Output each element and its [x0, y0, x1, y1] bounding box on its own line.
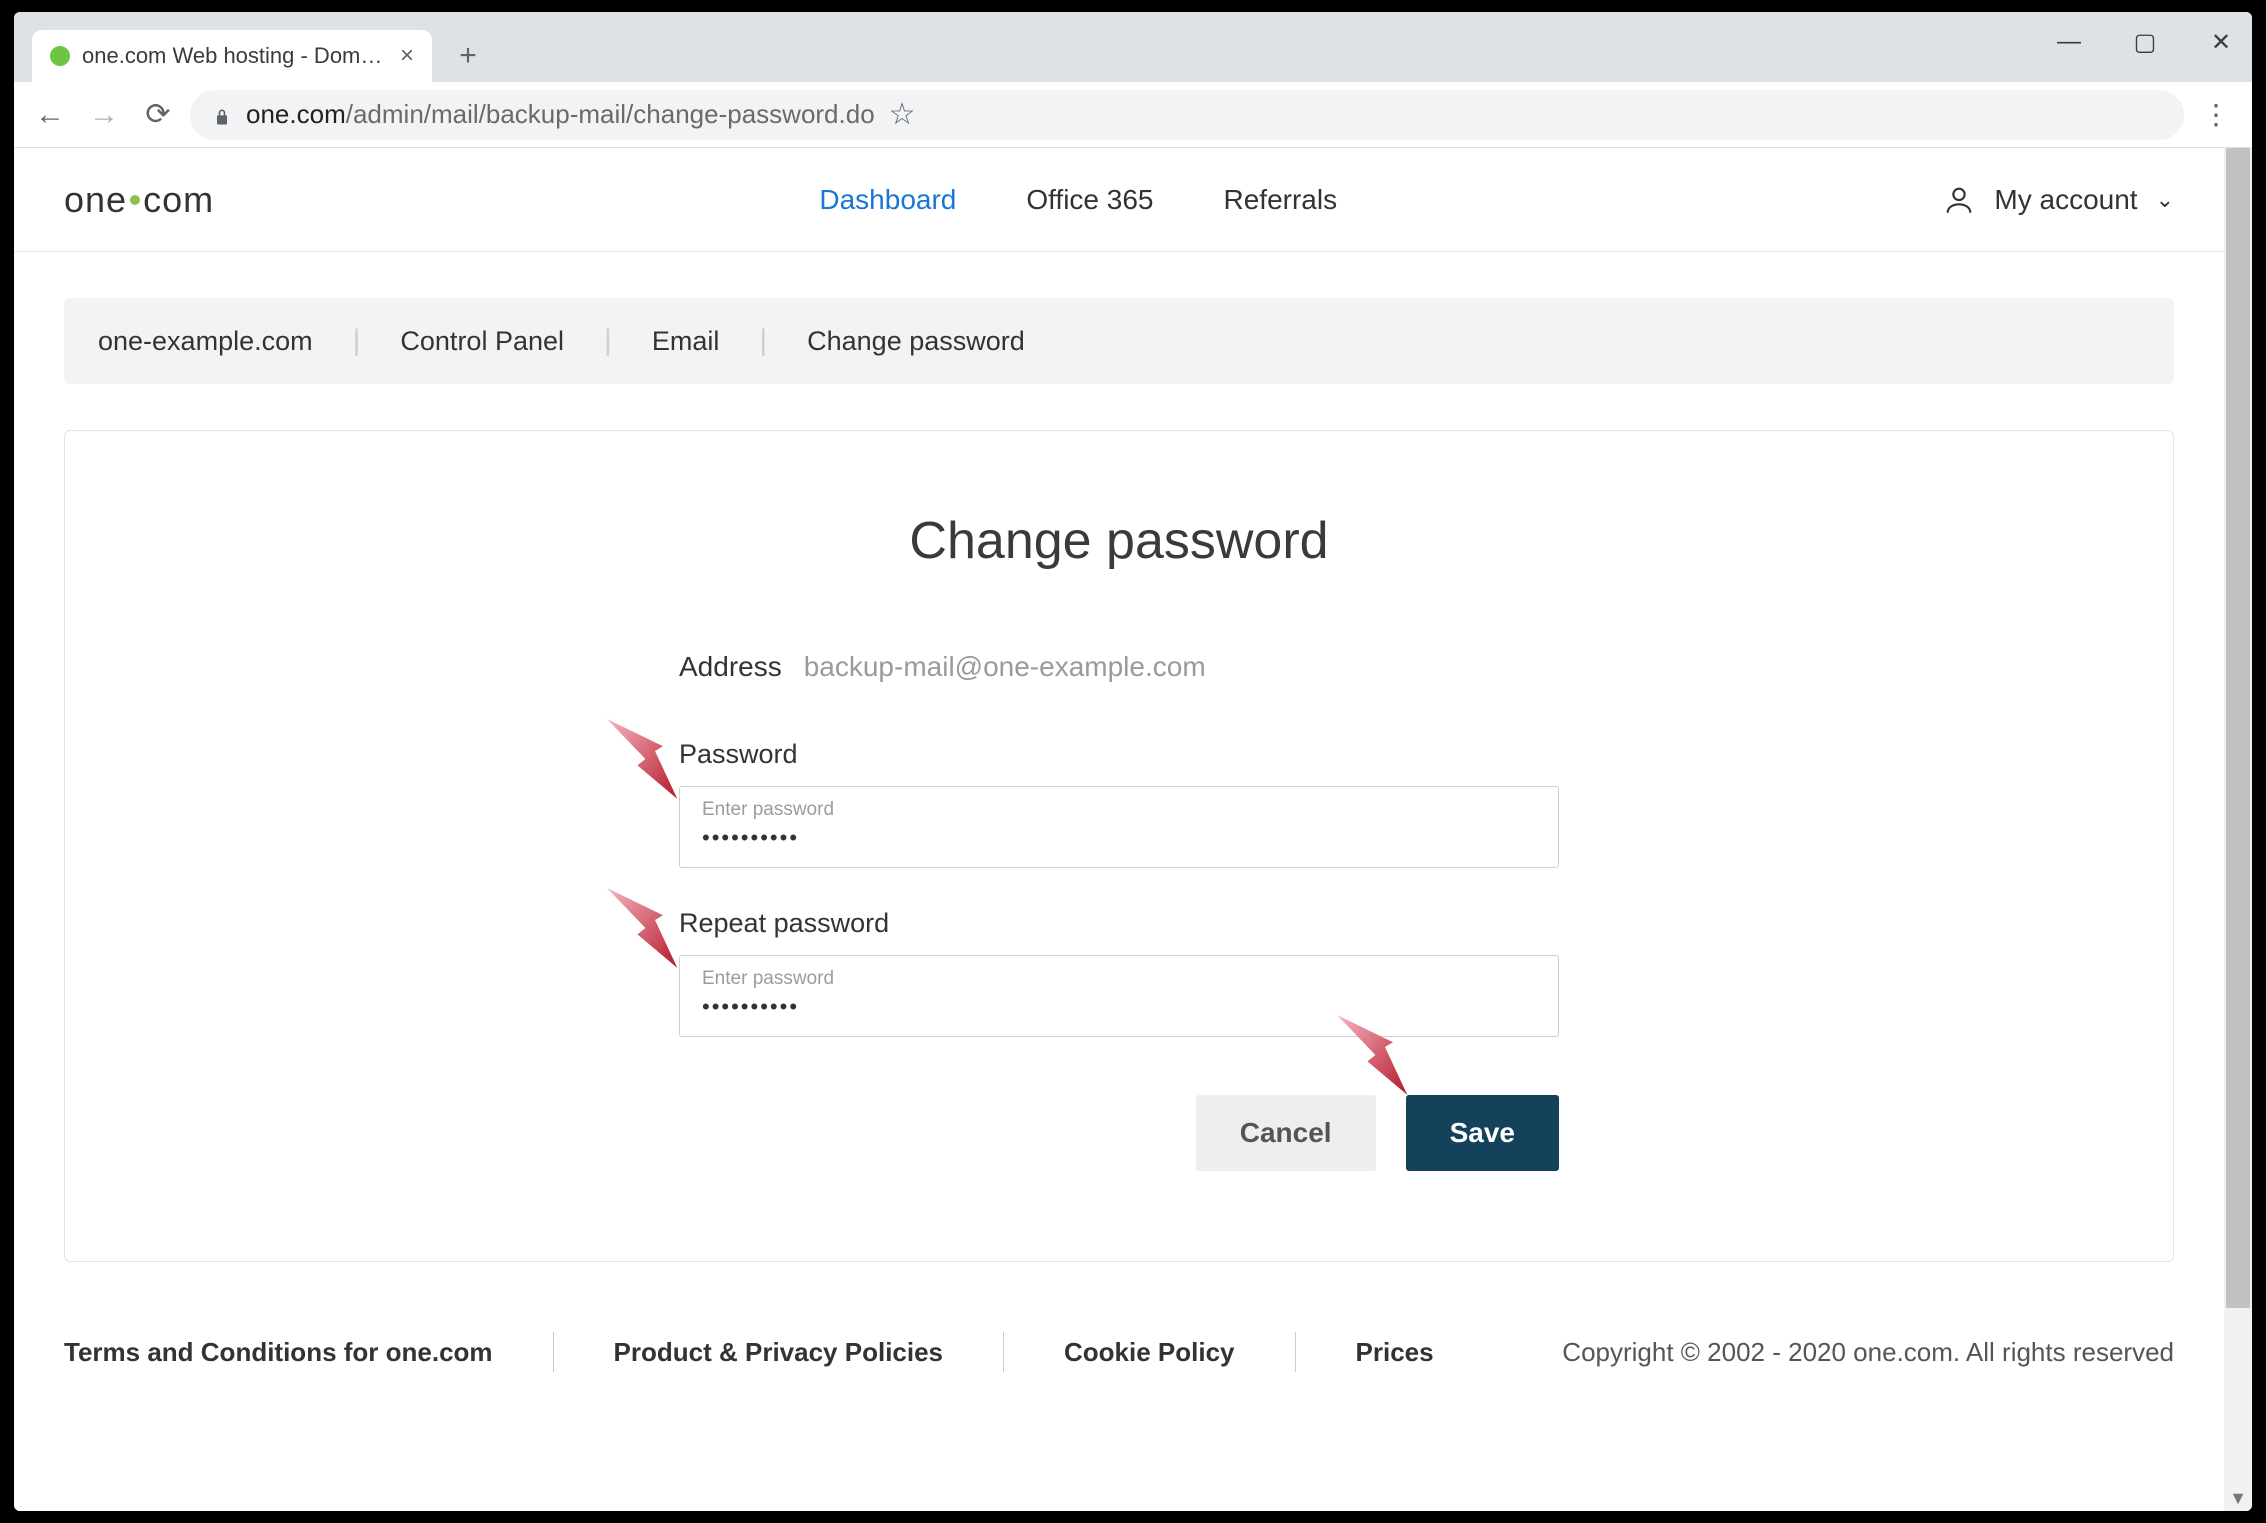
reload-button[interactable]: ⟳ [136, 93, 180, 137]
url-field[interactable]: one.com/admin/mail/backup-mail/change-pa… [190, 90, 2184, 140]
password-label: Password [679, 739, 1559, 770]
browser-address-bar: ← → ⟳ one.com/admin/mail/backup-mail/cha… [14, 82, 2252, 148]
url-text: one.com/admin/mail/backup-mail/change-pa… [246, 99, 875, 130]
change-password-card: Change password Address backup-mail@one-… [64, 430, 2174, 1262]
address-row: Address backup-mail@one-example.com [679, 651, 1559, 683]
form: Address backup-mail@one-example.com Pass… [679, 651, 1559, 1171]
my-account-label: My account [1994, 184, 2137, 216]
breadcrumb-domain[interactable]: one-example.com [98, 326, 313, 357]
nav-office365[interactable]: Office 365 [1026, 184, 1153, 216]
password-field-group: Password Enter password •••••••••• [679, 739, 1559, 868]
breadcrumb-email[interactable]: Email [652, 326, 720, 357]
breadcrumb-separator: | [759, 324, 767, 358]
window-controls: — ▢ ✕ [2044, 22, 2246, 62]
minimize-icon[interactable]: — [2044, 22, 2094, 62]
tab-favicon [50, 46, 70, 66]
nav-referrals[interactable]: Referrals [1224, 184, 1338, 216]
annotation-arrow-icon [599, 878, 679, 978]
footer-separator [553, 1332, 554, 1372]
save-button[interactable]: Save [1406, 1095, 1559, 1171]
address-value: backup-mail@one-example.com [804, 651, 1206, 683]
breadcrumb-separator: | [353, 324, 361, 358]
password-placeholder: Enter password [702, 799, 1536, 821]
breadcrumb-separator: | [604, 324, 612, 358]
maximize-icon[interactable]: ▢ [2120, 22, 2170, 62]
breadcrumb: one-example.com | Control Panel | Email … [64, 298, 2174, 384]
browser-tab[interactable]: one.com Web hosting - Domain × [32, 30, 432, 82]
browser-tab-strip: one.com Web hosting - Domain × + — ▢ ✕ [14, 12, 2252, 82]
page-title: Change password [125, 511, 2113, 571]
forward-button[interactable]: → [82, 93, 126, 137]
tab-title: one.com Web hosting - Domain [82, 43, 388, 69]
repeat-password-placeholder: Enter password [702, 968, 1536, 990]
address-label: Address [679, 651, 782, 683]
back-button[interactable]: ← [28, 93, 72, 137]
nav-dashboard[interactable]: Dashboard [819, 184, 956, 216]
new-tab-button[interactable]: + [448, 36, 488, 76]
footer-separator [1003, 1332, 1004, 1372]
chevron-down-icon: ⌄ [2156, 187, 2174, 213]
logo-text-prefix: one [64, 179, 127, 221]
site-footer: Terms and Conditions for one.com Product… [64, 1332, 2174, 1372]
site-logo[interactable]: onecom [64, 179, 214, 221]
breadcrumb-control-panel[interactable]: Control Panel [400, 326, 564, 357]
vertical-scrollbar[interactable]: ▲ ▼ [2224, 148, 2252, 1511]
footer-policies[interactable]: Product & Privacy Policies [614, 1337, 943, 1368]
browser-menu-icon[interactable]: ⋮ [2194, 93, 2238, 137]
my-account-menu[interactable]: My account ⌄ [1942, 183, 2174, 217]
scrollbar-thumb[interactable] [2226, 148, 2250, 1308]
logo-dot-icon [130, 195, 140, 205]
logo-text-suffix: com [143, 179, 214, 221]
breadcrumb-change-password[interactable]: Change password [807, 326, 1025, 357]
footer-prices[interactable]: Prices [1356, 1337, 1434, 1368]
repeat-password-value: •••••••••• [702, 990, 1536, 1020]
footer-separator [1295, 1332, 1296, 1372]
form-buttons: Cancel Save [679, 1095, 1559, 1171]
repeat-password-label: Repeat password [679, 908, 1559, 939]
footer-copyright: Copyright © 2002 - 2020 one.com. All rig… [1562, 1337, 2174, 1368]
site-header: onecom Dashboard Office 365 Referrals My… [14, 148, 2224, 252]
lock-icon [212, 103, 232, 127]
main-nav: Dashboard Office 365 Referrals [214, 184, 1942, 216]
scroll-down-icon[interactable]: ▼ [2224, 1485, 2252, 1511]
cancel-button[interactable]: Cancel [1196, 1095, 1376, 1171]
user-icon [1942, 183, 1976, 217]
footer-cookie[interactable]: Cookie Policy [1064, 1337, 1235, 1368]
password-input[interactable]: Enter password •••••••••• [679, 786, 1559, 868]
repeat-password-input[interactable]: Enter password •••••••••• [679, 955, 1559, 1037]
footer-terms[interactable]: Terms and Conditions for one.com [64, 1337, 493, 1368]
page-viewport: ▲ ▼ onecom Dashboard Office 365 Referral… [14, 148, 2252, 1511]
close-tab-icon[interactable]: × [400, 44, 414, 68]
close-window-icon[interactable]: ✕ [2196, 22, 2246, 62]
browser-window: one.com Web hosting - Domain × + — ▢ ✕ ←… [14, 12, 2252, 1511]
repeat-password-field-group: Repeat password Enter password •••••••••… [679, 908, 1559, 1037]
bookmark-star-icon[interactable]: ☆ [889, 97, 916, 132]
annotation-arrow-icon [599, 709, 679, 809]
password-value: •••••••••• [702, 821, 1536, 851]
